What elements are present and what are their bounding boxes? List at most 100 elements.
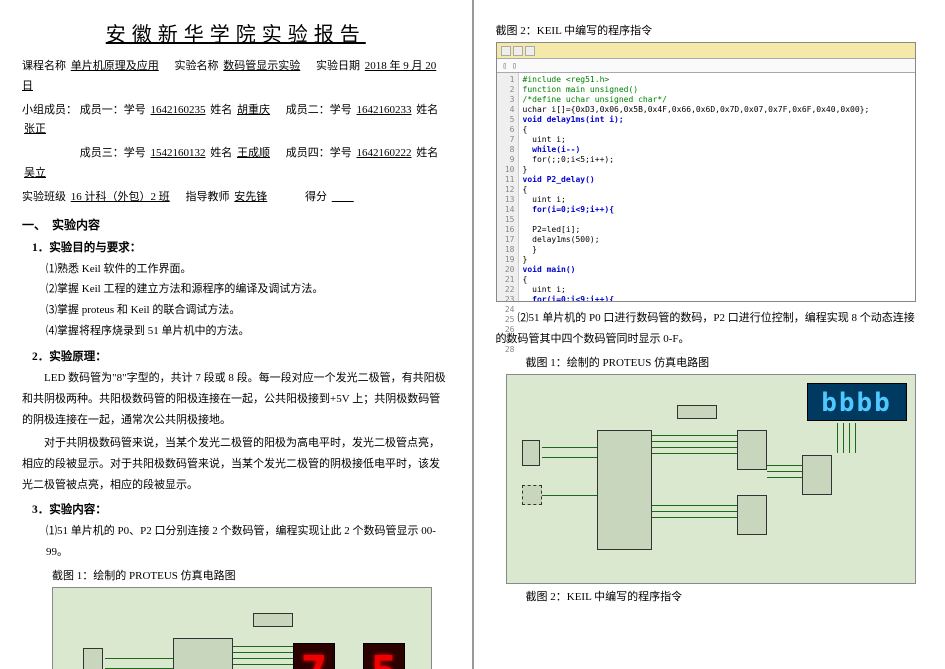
wire	[542, 447, 597, 448]
code-line: #include <reg51.h>	[523, 75, 610, 84]
wire	[233, 646, 293, 647]
code-line: for(i=0;i<9;i++){	[523, 295, 615, 301]
wire	[843, 423, 844, 453]
crystal-block-2	[522, 440, 540, 466]
line-gutter: 1 2 3 4 5 6 7 8 9 10 11 12 13 14 15 16 1…	[497, 73, 519, 301]
m4-label: 成员四：学号	[286, 147, 352, 159]
line-num: 7	[497, 135, 515, 145]
code-line: }	[523, 255, 528, 264]
keil-tabbar: ▯ ▯	[497, 59, 915, 73]
line-num: 3	[497, 95, 515, 105]
line-num: 11	[497, 175, 515, 185]
code-line: void delay1ms(int i);	[523, 115, 624, 124]
code-line: delay1ms(500);	[523, 235, 600, 244]
group-label: 小组成员：	[22, 104, 77, 116]
code-line: uint i;	[523, 195, 566, 204]
line-num: 4	[497, 105, 515, 115]
seven-seg-left: 7	[293, 643, 335, 669]
toolbar-icon	[513, 46, 523, 56]
m4-name-label: 姓名	[416, 147, 438, 159]
wire	[652, 517, 737, 518]
line-num: 22	[497, 285, 515, 295]
wire	[233, 652, 293, 653]
line-num: 13	[497, 195, 515, 205]
m2-id: 1642160233	[355, 104, 414, 116]
line-num: 16	[497, 225, 515, 235]
wire	[767, 465, 802, 466]
m4-name: 吴立	[22, 167, 48, 179]
line-num: 21	[497, 275, 515, 285]
m1-name-label: 姓名	[210, 104, 232, 116]
line-num: 12	[497, 185, 515, 195]
wire	[767, 471, 802, 472]
meta-row-2: 小组成员： 成员一：学号 1642160235 姓名 胡重庆 成员二：学号 16…	[22, 101, 450, 141]
m3-name: 王成顺	[235, 147, 272, 159]
meta-row-3: 成员三：学号 1542160132 姓名 王成顺 成员四：学号 16421602…	[22, 144, 450, 184]
caption-proteus-2: 截图 1：绘制的 PROTEUS 仿真电路图	[526, 354, 924, 370]
code-line: }	[523, 165, 528, 174]
exp-label: 实验名称	[175, 60, 219, 72]
code-line: {	[523, 275, 528, 284]
m1-id: 1642160235	[149, 104, 208, 116]
score-label: 得分	[305, 191, 327, 203]
teacher-label: 指导教师	[186, 191, 230, 203]
code-line: uint i;	[523, 285, 566, 294]
keil-toolbar	[497, 43, 915, 59]
date-label: 实验日期	[316, 60, 360, 72]
line-num: 19	[497, 255, 515, 265]
code-line: void main()	[523, 265, 576, 274]
task-2: ⑵51 单片机的 P0 口进行数码管的数码，P2 口进行位控制，编程实现 8 个…	[496, 308, 924, 350]
m3-id: 1542160132	[149, 147, 208, 159]
class-value: 16 计科（外包）2 班	[69, 191, 172, 203]
line-num: 18	[497, 245, 515, 255]
wire	[233, 664, 293, 665]
code-line: while(i--)	[523, 145, 581, 154]
goal-4: ⑷掌握将程序烧录到 51 单片机中的方法。	[46, 321, 450, 342]
line-num: 5	[497, 115, 515, 125]
line-num: 1	[497, 75, 515, 85]
mcu-chip	[173, 638, 233, 669]
meta-row-4: 实验班级 16 计科（外包）2 班 指导教师 安先锋 得分	[22, 188, 450, 208]
line-num: 6	[497, 125, 515, 135]
code-line: function main unsigned()	[523, 85, 639, 94]
code-line: }	[523, 245, 537, 254]
class-label: 实验班级	[22, 191, 66, 203]
task-1: ⑴51 单片机的 P0、P2 口分别连接 2 个数码管，编程实现让此 2 个数码…	[46, 521, 450, 563]
line-num: 27	[497, 335, 515, 345]
seven-seg-left-digit: 7	[294, 644, 334, 669]
resistor-network	[253, 613, 293, 627]
keil-body: 1 2 3 4 5 6 7 8 9 10 11 12 13 14 15 16 1…	[497, 73, 915, 301]
teacher-value: 安先锋	[232, 191, 269, 203]
code-line: /*define uchar unsigned char*/	[523, 95, 668, 104]
course-value: 单片机原理及应用	[69, 60, 161, 72]
wire	[105, 658, 173, 659]
section-1-title: 一、 实验内容	[22, 216, 450, 233]
wire	[652, 441, 737, 442]
resistor-network-2	[677, 405, 717, 419]
m3-name-label: 姓名	[210, 147, 232, 159]
line-num: 28	[497, 345, 515, 355]
code-line: uchar i[]={0xD3,0x06,0x5B,0x4F,0x66,0x6D…	[523, 105, 870, 114]
page-left: 安徽新华学院实验报告 课程名称 单片机原理及应用 实验名称 数码管显示实验 实验…	[0, 0, 472, 669]
m1-name: 胡重庆	[235, 104, 272, 116]
goal-2: ⑵掌握 Keil 工程的建立方法和源程序的编译及调试方法。	[46, 279, 450, 300]
m2-label: 成员二：学号	[286, 104, 352, 116]
line-num: 9	[497, 155, 515, 165]
m2-name-label: 姓名	[416, 104, 438, 116]
wire	[542, 457, 597, 458]
meta-row-1: 课程名称 单片机原理及应用 实验名称 数码管显示实验 实验日期 2018 年 9…	[22, 57, 450, 97]
line-num: 8	[497, 145, 515, 155]
course-label: 课程名称	[22, 60, 66, 72]
principle-p2: 对于共阴极数码管来说，当某个发光二极管的阳极为高电平时，发光二极管点亮，相应的段…	[22, 433, 450, 496]
m3-label: 成员三：学号	[80, 147, 146, 159]
display-text: bbbb	[821, 388, 892, 418]
driver-chip-1	[737, 430, 767, 470]
sub-1-title: 1．实验目的与要求：	[32, 239, 450, 255]
goal-3: ⑶掌握 proteus 和 Keil 的联合调试方法。	[46, 300, 450, 321]
line-num: 2	[497, 85, 515, 95]
proteus-diagram-2: bbbb	[506, 374, 916, 584]
mcu-chip-2	[597, 430, 652, 550]
line-num: 15	[497, 215, 515, 225]
wire	[652, 511, 737, 512]
code-line: for(;;0;i<5;i++);	[523, 155, 615, 164]
